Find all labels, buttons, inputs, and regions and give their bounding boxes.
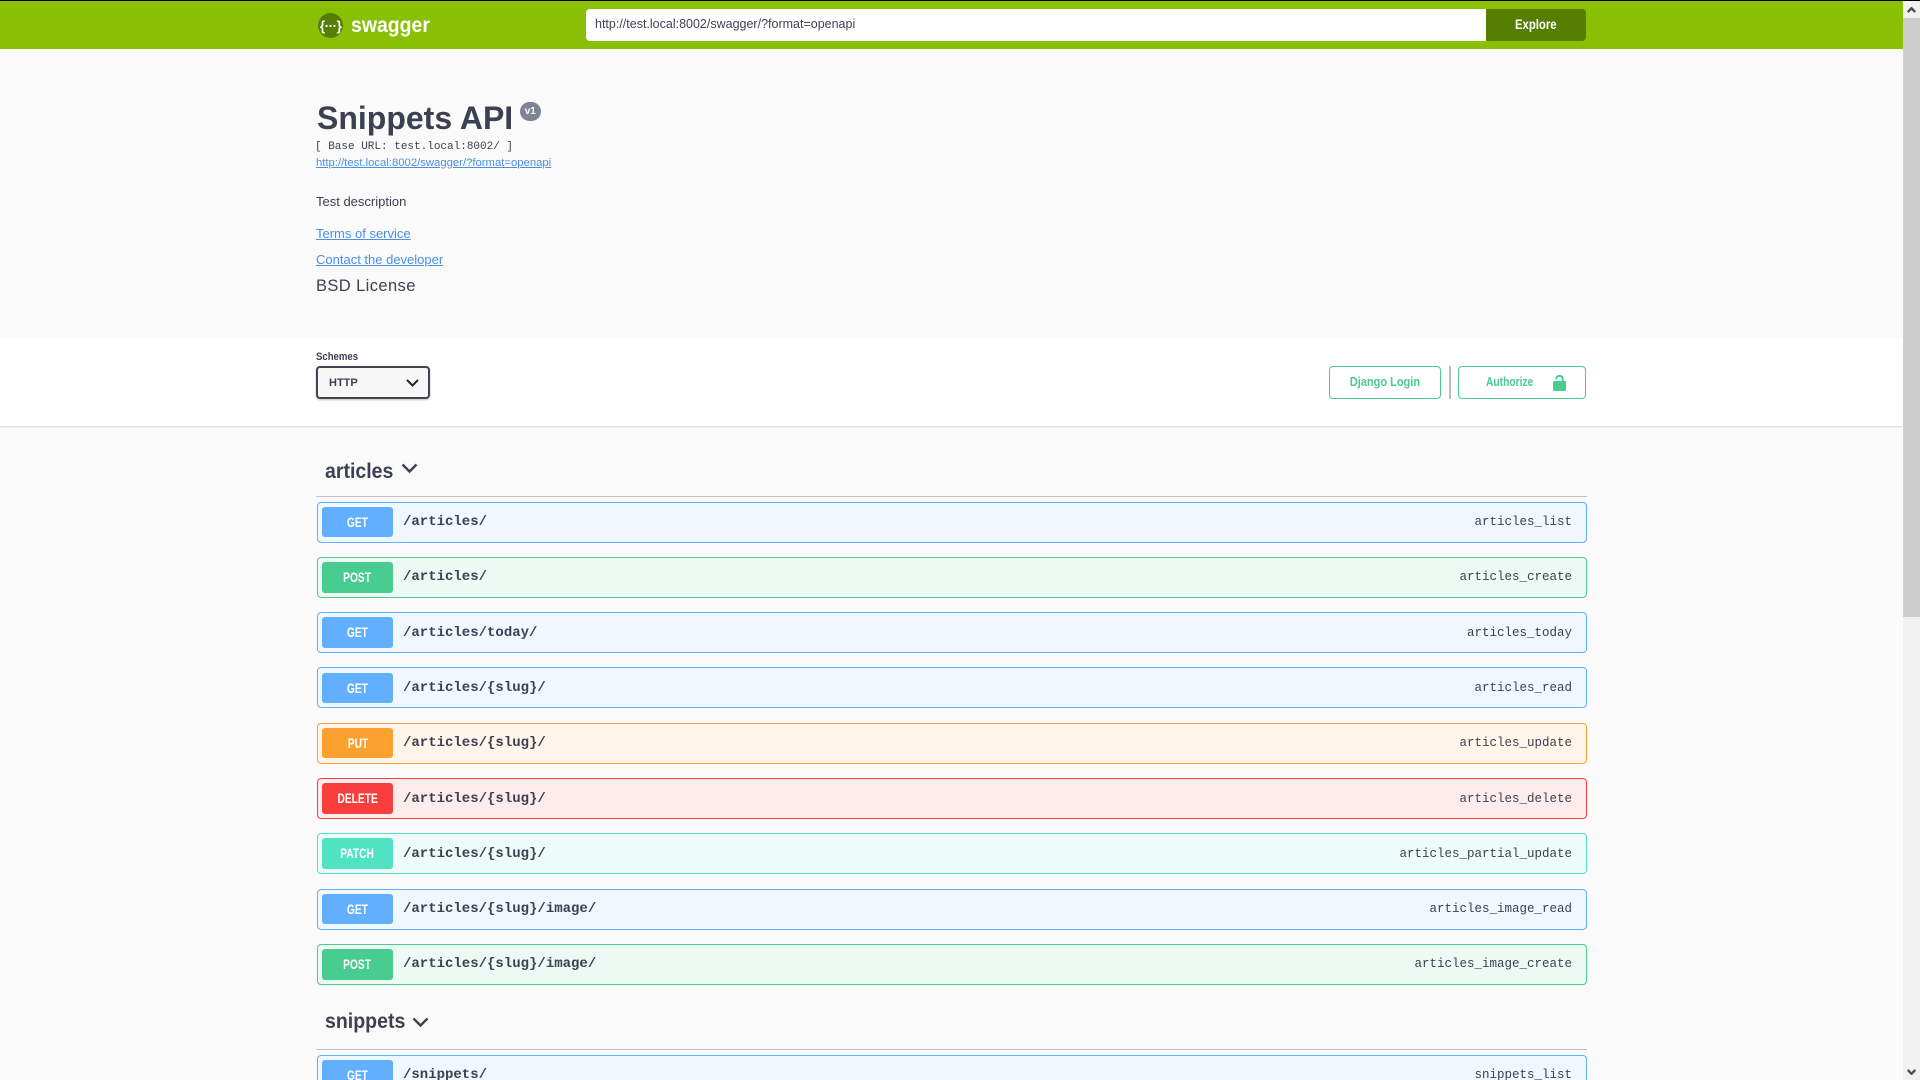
svg-text:{···}: {···} bbox=[320, 18, 343, 33]
